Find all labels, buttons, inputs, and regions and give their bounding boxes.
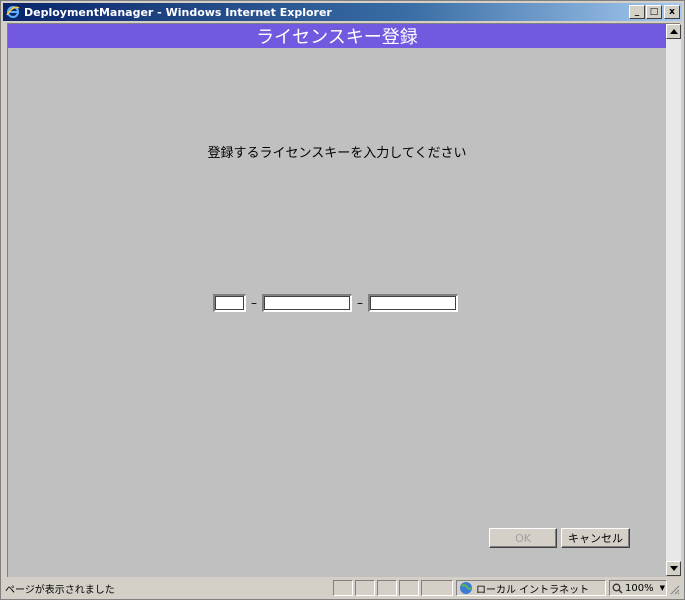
page-viewport: ライセンスキー登録 登録するライセンスキーを入力してください – – OK キャ… [7, 23, 681, 577]
status-pane [421, 580, 453, 596]
close-button[interactable]: x [664, 5, 680, 19]
status-text: ページが表示されました [5, 585, 115, 596]
ie-icon [6, 5, 20, 19]
license-key-row: – – [213, 294, 458, 312]
vertical-scrollbar[interactable] [666, 24, 681, 576]
page-title: ライセンスキー登録 [8, 24, 666, 48]
scroll-up-button[interactable] [666, 24, 681, 39]
window-title: DeploymentManager - Windows Internet Exp… [24, 5, 332, 19]
chevron-up-icon [669, 29, 678, 34]
maximize-button[interactable]: □ [646, 5, 662, 19]
cancel-button[interactable]: キャンセル [561, 528, 630, 548]
status-pane [333, 580, 353, 596]
status-pane [355, 580, 375, 596]
zoom-dropdown-icon[interactable]: ▼ [660, 584, 665, 592]
zone-label: ローカル イントラネット [476, 584, 590, 596]
minimize-button[interactable]: _ [629, 5, 645, 19]
window-controls: _ □ x [628, 5, 680, 19]
license-key-field-3[interactable] [368, 294, 458, 312]
key-separator: – [251, 296, 257, 310]
status-pane [377, 580, 397, 596]
key-separator: – [357, 296, 363, 310]
chevron-down-icon [669, 566, 678, 571]
instruction-text: 登録するライセンスキーを入力してください [207, 146, 467, 161]
status-pane [399, 580, 419, 596]
zoom-level: 100% [625, 582, 654, 594]
resize-grip-icon[interactable] [668, 583, 680, 595]
zoom-control[interactable]: 100% ▼ [609, 580, 667, 596]
globe-icon [459, 581, 473, 595]
license-key-field-1[interactable] [213, 294, 246, 312]
security-zone[interactable]: ローカル イントラネット [456, 580, 606, 596]
license-key-field-2[interactable] [262, 294, 352, 312]
scroll-down-button[interactable] [666, 561, 681, 576]
title-bar[interactable]: DeploymentManager - Windows Internet Exp… [3, 3, 682, 21]
magnifier-icon [612, 583, 623, 594]
status-bar: ページが表示されました ローカル イントラネット 100% ▼ [3, 579, 682, 597]
browser-window: DeploymentManager - Windows Internet Exp… [0, 0, 685, 600]
ok-button[interactable]: OK [489, 528, 557, 548]
